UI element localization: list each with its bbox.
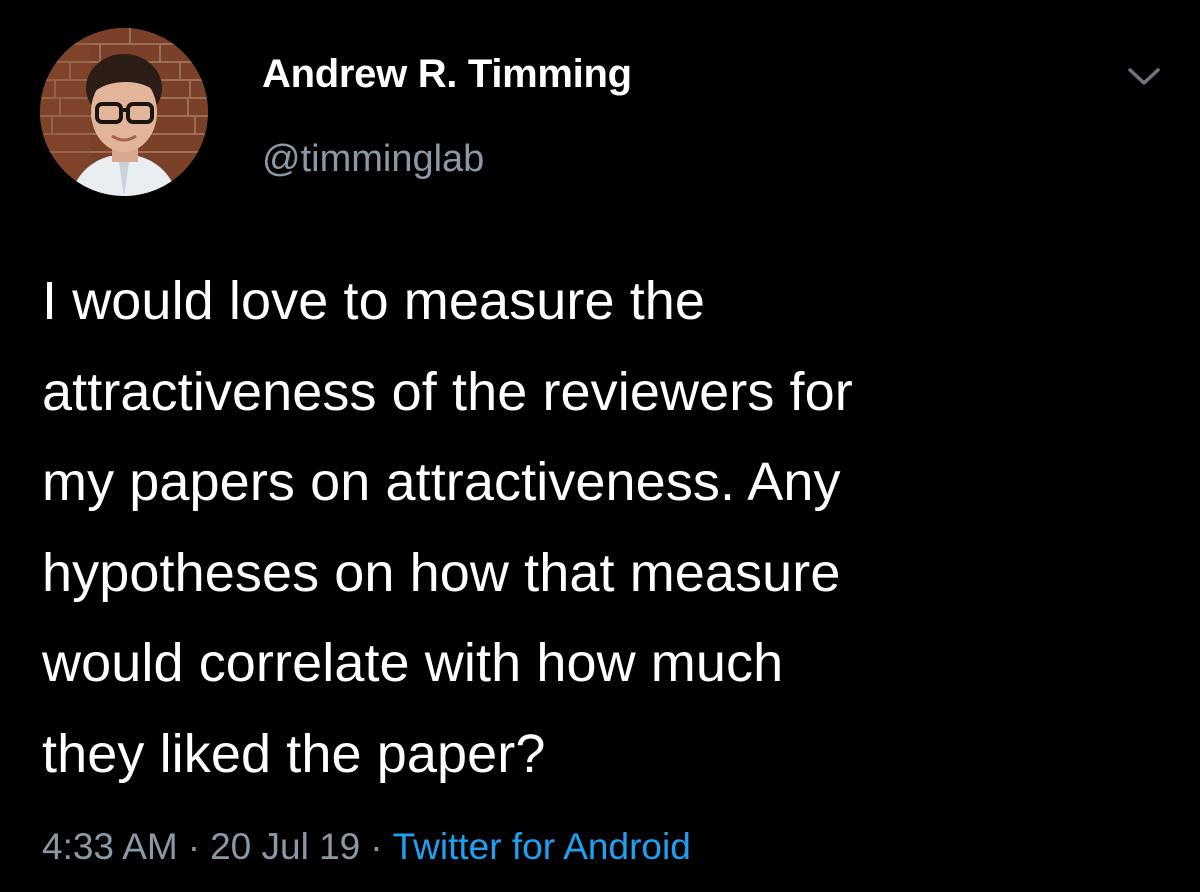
separator-dot: · xyxy=(370,826,383,867)
tweet-text-line: hypotheses on how that measure xyxy=(42,542,841,603)
chevron-down-icon[interactable] xyxy=(1126,62,1162,90)
tweet-time[interactable]: 4:33 AM xyxy=(42,826,178,867)
tweet-source-link[interactable]: Twitter for Android xyxy=(393,826,691,867)
tweet-text-line: would correlate with how much xyxy=(42,633,784,693)
tweet-card: Andrew R. Timming @timminglab I would lo… xyxy=(0,0,1200,892)
separator-dot: · xyxy=(187,826,201,867)
tweet-text-line: my papers on attractiveness. Any xyxy=(42,452,841,512)
avatar-image xyxy=(40,28,208,196)
tweet-date[interactable]: 20 Jul 19 xyxy=(210,826,360,867)
display-name[interactable]: Andrew R. Timming xyxy=(262,52,632,97)
tweet-text-line: I would love to measure the xyxy=(42,271,706,331)
tweet-text-line: they liked the paper? xyxy=(42,723,546,784)
tweet-text: I would love to measure the attractivene… xyxy=(42,256,1172,799)
tweet-text-line: attractiveness of the reviewers for xyxy=(42,361,853,422)
tweet-metadata: 4:33 AM · 20 Jul 19 · Twitter for Android xyxy=(42,826,691,868)
avatar[interactable] xyxy=(40,28,208,196)
user-handle[interactable]: @timminglab xyxy=(262,138,484,181)
